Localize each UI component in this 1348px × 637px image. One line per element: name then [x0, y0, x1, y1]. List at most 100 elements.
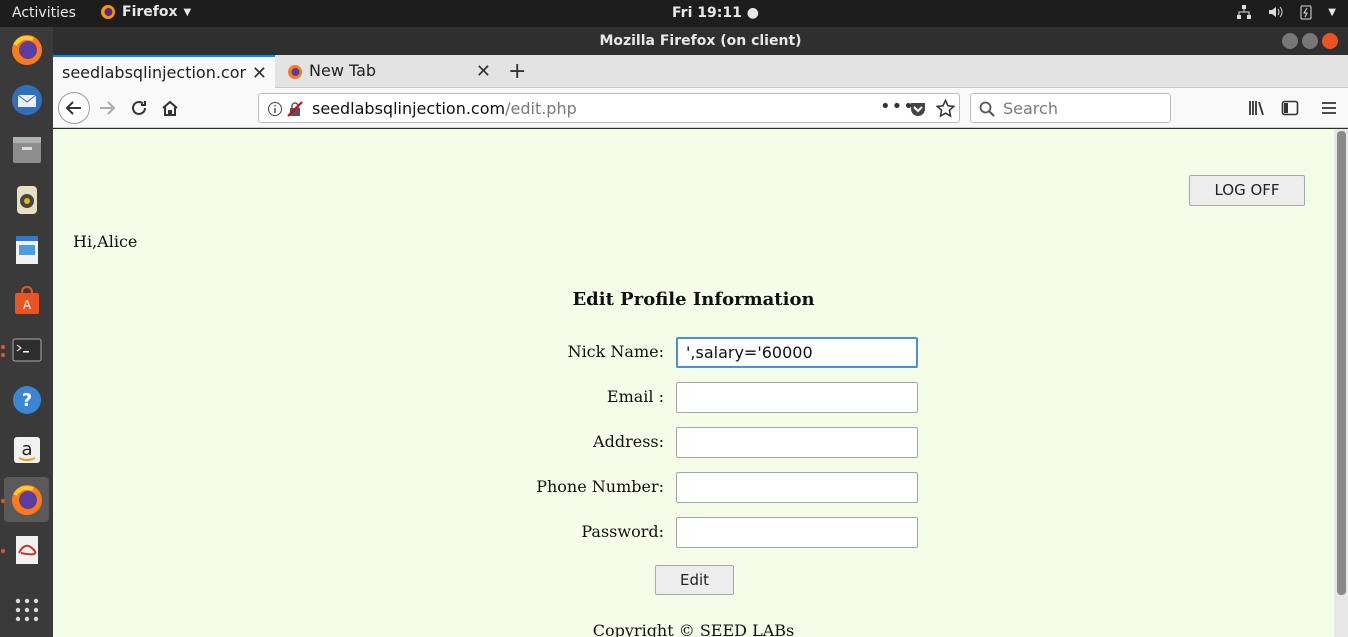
search-icon: [979, 101, 995, 117]
dock-text-editor[interactable]: [4, 527, 49, 572]
running-indicator: [1, 549, 5, 553]
clock-text: Fri 19:11: [672, 5, 742, 21]
dock-software[interactable]: A: [4, 277, 49, 322]
phone-number-input[interactable]: [676, 472, 918, 503]
system-top-bar: Activities Firefox ▼ Fri 19:11 ● ▼: [0, 0, 1348, 27]
document-icon: [15, 235, 38, 264]
log-off-button[interactable]: LOG OFF: [1189, 175, 1305, 206]
arrow-right-icon: [100, 101, 116, 115]
dock-thunderbird[interactable]: [4, 77, 49, 122]
svg-text:a: a: [21, 439, 32, 460]
email-input[interactable]: [676, 382, 918, 413]
dock-firefox-active[interactable]: [4, 477, 49, 522]
help-icon: ?: [12, 385, 41, 414]
chevron-down-icon: ▼: [1328, 6, 1336, 18]
tab-bar: seedlabsqlinjection.com/ ✕ New Tab ✕ +: [53, 55, 1348, 88]
phone-number-label: Phone Number:: [536, 477, 664, 496]
close-window-button[interactable]: [1322, 33, 1338, 49]
edit-button[interactable]: Edit: [655, 565, 734, 595]
network-icon: [1237, 5, 1252, 19]
battery-icon: [1300, 5, 1312, 20]
page-scrollbar[interactable]: [1334, 129, 1348, 637]
password-label: Password:: [581, 522, 664, 541]
minimize-button[interactable]: [1282, 33, 1298, 49]
home-button[interactable]: [156, 94, 184, 122]
reload-button[interactable]: [125, 94, 153, 122]
speaker-icon: [16, 185, 37, 214]
sidebar-icon: [1281, 100, 1299, 116]
show-applications[interactable]: [4, 587, 49, 632]
clock[interactable]: Fri 19:11 ●: [672, 5, 759, 21]
shopping-bag-icon: A: [14, 285, 39, 314]
back-button[interactable]: [58, 92, 90, 124]
nick-name-label: Nick Name:: [567, 342, 664, 361]
info-icon[interactable]: [267, 101, 283, 117]
menu-button[interactable]: [1315, 94, 1343, 122]
form-title: Edit Profile Information: [572, 289, 815, 310]
files-icon: [12, 136, 41, 163]
dock-writer[interactable]: [4, 227, 49, 272]
greeting-text: Hi,Alice: [73, 232, 138, 251]
terminal-icon: [12, 338, 41, 361]
dock-rhythmbox[interactable]: [4, 177, 49, 222]
svg-text:?: ?: [21, 390, 31, 411]
password-input[interactable]: [676, 517, 918, 548]
app-menu-label: Firefox: [122, 4, 178, 20]
tab-new-tab[interactable]: New Tab ✕: [277, 55, 499, 88]
pocket-icon[interactable]: [909, 100, 927, 118]
system-tray[interactable]: ▼: [1236, 4, 1336, 20]
firefox-icon: [11, 34, 42, 65]
scrollbar-thumb[interactable]: [1337, 131, 1346, 595]
arrow-left-icon: [65, 101, 81, 115]
app-grid-icon: [15, 598, 38, 621]
svg-text:A: A: [22, 298, 31, 312]
dock-firefox[interactable]: [4, 27, 49, 72]
sidebar-button[interactable]: [1276, 94, 1304, 122]
email-label: Email :: [606, 387, 664, 406]
url-bar[interactable]: seedlabsqlinjection.com/edit.php •••: [258, 93, 960, 123]
library-button[interactable]: [1243, 94, 1271, 122]
window-title-bar[interactable]: Mozilla Firefox (on client): [53, 27, 1348, 55]
library-icon: [1249, 101, 1264, 116]
bookmark-star-icon[interactable]: [936, 99, 955, 118]
dock-help[interactable]: ?: [4, 377, 49, 422]
dock-amazon[interactable]: a: [4, 427, 49, 472]
maximize-button[interactable]: [1302, 33, 1318, 49]
home-icon: [162, 100, 178, 116]
window-controls: [1282, 33, 1338, 49]
navigation-toolbar: seedlabsqlinjection.com/edit.php ••• Sea…: [53, 88, 1348, 128]
activities-button[interactable]: Activities: [12, 5, 76, 21]
text-editor-icon: [15, 535, 38, 564]
firefox-icon: [11, 484, 42, 515]
address-input[interactable]: [676, 427, 918, 458]
volume-icon: [1269, 6, 1283, 18]
search-placeholder: Search: [1003, 99, 1058, 118]
url-text: seedlabsqlinjection.com/edit.php: [312, 99, 577, 118]
nick-name-input[interactable]: [676, 337, 918, 368]
insecure-lock-icon[interactable]: [287, 101, 303, 117]
url-path: /edit.php: [505, 99, 577, 118]
tab-edit-php[interactable]: seedlabsqlinjection.com/ ✕: [53, 55, 275, 88]
close-tab-icon[interactable]: ✕: [252, 63, 267, 84]
search-bar[interactable]: Search: [970, 93, 1171, 123]
address-label: Address:: [593, 432, 664, 451]
tab-label: seedlabsqlinjection.com/: [62, 63, 246, 82]
firefox-icon: [288, 65, 302, 79]
window-title: Mozilla Firefox (on client): [599, 33, 802, 49]
web-page: LOG OFF Hi,Alice Edit Profile Informatio…: [53, 129, 1334, 637]
amazon-icon: a: [13, 436, 40, 463]
copyright-text: Copyright © SEED LABs: [592, 621, 795, 637]
hamburger-menu-icon: [1322, 102, 1336, 114]
dock: A ? a: [0, 27, 53, 637]
new-tab-button[interactable]: +: [508, 59, 526, 84]
close-tab-icon[interactable]: ✕: [476, 61, 491, 82]
dock-terminal[interactable]: [4, 327, 49, 372]
url-host: seedlabsqlinjection.com: [312, 99, 506, 118]
tab-label: New Tab: [309, 61, 377, 80]
running-indicator: [1, 499, 5, 503]
dock-files[interactable]: [4, 127, 49, 172]
forward-button[interactable]: [93, 94, 121, 122]
app-menu[interactable]: Firefox ▼: [100, 4, 191, 20]
reload-icon: [132, 100, 146, 115]
firefox-icon: [101, 5, 115, 19]
